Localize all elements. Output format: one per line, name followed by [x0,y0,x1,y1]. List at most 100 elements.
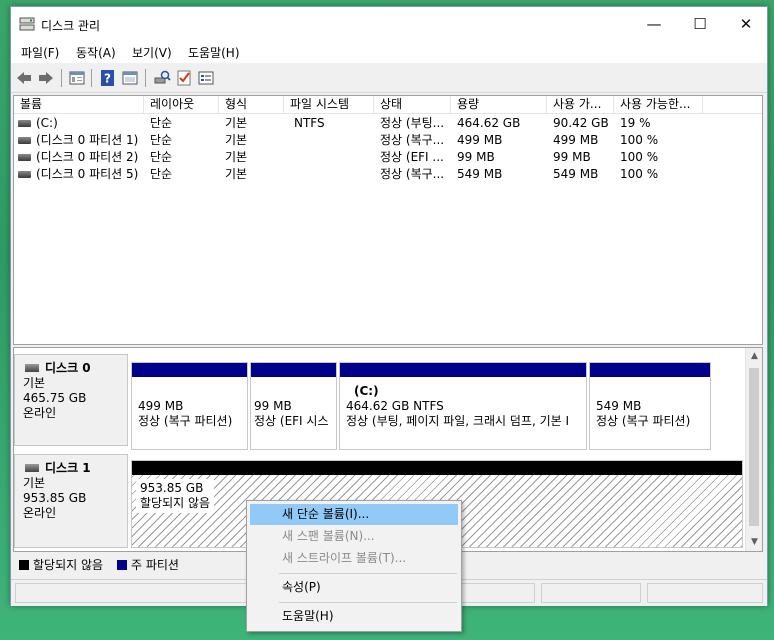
toolbar-separator [91,69,92,87]
volume-free-space: 549 MB [553,167,599,181]
partition-details: 99 MB 정상 (EFI 시스 [251,377,336,429]
volume-drive-icon [18,171,31,178]
menu-help[interactable]: 도움말(H) [188,44,240,61]
volume-list[interactable]: 볼륨 레이아웃 형식 파일 시스템 상태 용량 사용 가... 사용 가능한..… [13,95,763,345]
partition-status: 정상 (복구 파티션) [596,414,691,428]
menu-item-properties[interactable]: 속성(P) [250,577,458,598]
volume-type: 기본 [225,116,248,130]
volume-capacity: 99 MB [457,150,495,164]
help-icon[interactable]: ? [99,69,117,87]
column-header-percent-free[interactable]: 사용 가능한... [614,96,703,114]
menu-file[interactable]: 파일(F) [21,44,59,61]
scroll-down-icon[interactable]: ▼ [746,534,762,551]
volume-name: (디스크 0 파티션 5) [36,167,139,181]
legend-label: 할당되지 않음 [33,558,104,572]
disk-0-name: 디스크 0 [45,361,91,375]
context-menu: 새 단순 볼륨(I)... 새 스팬 볼륨(N)... 새 스트라이프 볼륨(T… [246,500,462,632]
title-bar: 디스크 관리 — ☐ ✕ [11,7,767,41]
show-hide-icon[interactable] [121,69,139,87]
toolbar-separator [61,69,62,87]
primary-partition-bar [340,363,586,377]
svg-text:?: ? [104,72,111,86]
volume-percent-free: 100 % [620,133,659,147]
maximize-button[interactable]: ☐ [677,7,723,41]
disk-0-title: 디스크 0 [23,361,119,376]
column-header-free-space[interactable]: 사용 가... [547,96,614,114]
rescan-disks-icon[interactable] [153,69,171,87]
partition-size: 99 MB [254,399,292,413]
volume-name: (C:) [36,116,58,130]
legend-unallocated: 할당되지 않음 [19,558,103,572]
volume-free-space: 90.42 GB [553,116,609,130]
volume-list-header: 볼륨 레이아웃 형식 파일 시스템 상태 용량 사용 가... 사용 가능한..… [14,96,762,114]
properties-icon[interactable] [68,69,86,87]
volume-layout: 단순 [150,116,173,130]
volume-status: 정상 (EFI ... [380,150,444,164]
column-header-capacity[interactable]: 용량 [451,96,547,114]
partition-size: 549 MB [596,399,642,413]
check-icon[interactable] [175,69,193,87]
minimize-button[interactable]: — [631,7,677,41]
menu-separator [279,602,457,603]
primary-partition-bar [590,363,710,377]
disk-1-title: 디스크 1 [23,461,119,476]
legend-swatch-primary [117,560,127,570]
menu-item-new-striped-volume[interactable]: 새 스트라이프 볼륨(T)... [250,548,458,569]
partition-details: 549 MB 정상 (복구 파티션) [590,377,710,429]
volume-name: (디스크 0 파티션 1) [36,133,139,147]
disk-1-info[interactable]: 디스크 1 기본 953.85 GB 온라인 [14,454,128,548]
volume-file-system: NTFS [294,116,325,130]
partition-disk0-c-drive[interactable]: (C:) 464.62 GB NTFS 정상 (부팅, 페이지 파일, 크래시 … [339,362,587,450]
status-pane-secondary [541,583,641,603]
column-header-file-system[interactable]: 파일 시스템 [284,96,374,114]
volume-layout: 단순 [150,133,173,147]
disk-pane-scrollbar[interactable]: ▲ ▼ [745,348,762,551]
menu-bar: 파일(F) 동작(A) 보기(V) 도움말(H) [11,41,767,63]
menu-item-new-spanned-volume[interactable]: 새 스팬 볼륨(N)... [250,526,458,547]
volume-type: 기본 [225,167,248,181]
volume-drive-icon [18,154,31,161]
volume-percent-free: 100 % [620,150,659,164]
disk-1-status: 온라인 [23,506,57,520]
forward-arrow-icon[interactable] [37,69,55,87]
scroll-up-icon[interactable]: ▲ [746,348,762,365]
disk-0-info[interactable]: 디스크 0 기본 465.75 GB 온라인 [14,354,128,446]
volume-name: (디스크 0 파티션 2) [36,150,139,164]
partition-disk0-5[interactable]: 549 MB 정상 (복구 파티션) [589,362,711,450]
scrollbar-thumb[interactable] [749,368,759,526]
close-button[interactable]: ✕ [723,7,769,41]
disk-1-size: 953.85 GB [23,491,87,505]
volume-drive-icon [18,120,31,127]
menu-action[interactable]: 동작(A) [76,44,116,61]
column-header-layout[interactable]: 레이아웃 [144,96,219,114]
volume-row[interactable]: (디스크 0 파티션 5) 단순 기본 정상 (복구... 549 MB 549… [14,166,762,183]
volume-capacity: 499 MB [457,133,503,147]
partition-size: 464.62 GB NTFS [346,399,444,413]
disk-0-status: 온라인 [23,406,57,420]
column-header-type[interactable]: 형식 [219,96,284,114]
volume-row[interactable]: (C:) 단순 기본 NTFS 정상 (부팅... 464.62 GB 90.4… [14,115,762,132]
back-arrow-icon[interactable] [15,69,33,87]
volume-status: 정상 (복구... [380,167,445,181]
partition-disk0-2[interactable]: 99 MB 정상 (EFI 시스 [250,362,337,450]
legend-swatch-unallocated [19,560,29,570]
menu-item-help[interactable]: 도움말(H) [250,606,458,627]
column-header-status[interactable]: 상태 [374,96,451,114]
console-icon[interactable] [197,69,215,87]
column-header-volume[interactable]: 볼륨 [14,96,144,114]
primary-partition-bar [251,363,336,377]
partition-disk0-1[interactable]: 499 MB 정상 (복구 파티션) [131,362,248,450]
menu-item-new-simple-volume[interactable]: 새 단순 볼륨(I)... [250,504,458,525]
legend-label: 주 파티션 [131,558,179,572]
volume-status: 정상 (복구... [380,133,445,147]
partition-status: 정상 (EFI 시스 [254,414,329,428]
disk-1-type: 기본 [23,476,46,490]
menu-view[interactable]: 보기(V) [132,44,172,61]
unallocated-size: 953.85 GB [140,481,204,495]
volume-row[interactable]: (디스크 0 파티션 2) 단순 기본 정상 (EFI ... 99 MB 99… [14,149,762,166]
volume-row[interactable]: (디스크 0 파티션 1) 단순 기본 정상 (복구... 499 MB 499… [14,132,762,149]
volume-percent-free: 100 % [620,167,659,181]
disk-icon [25,364,39,372]
volume-free-space: 499 MB [553,133,599,147]
volume-type: 기본 [225,150,248,164]
